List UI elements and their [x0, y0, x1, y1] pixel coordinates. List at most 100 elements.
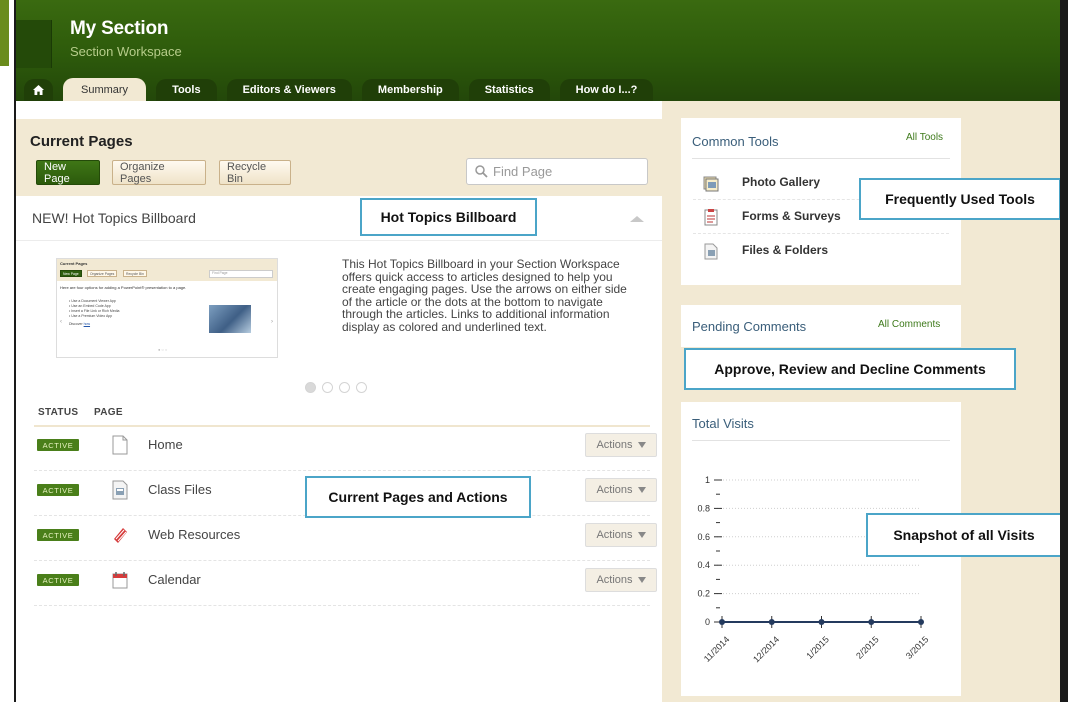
table-row: ACTIVE Web Resources Actions	[34, 517, 657, 561]
chart-xtick-label: 2/2015	[854, 634, 881, 661]
thumb-photo	[209, 305, 251, 333]
chart-point	[818, 619, 825, 625]
recycle-bin-button[interactable]: Recycle Bin	[219, 160, 291, 185]
thumb-discover: Discover how	[69, 322, 90, 326]
all-comments-link[interactable]: All Comments	[878, 319, 940, 330]
actions-label: Actions	[596, 574, 633, 586]
main-panel: Current Pages New Page Organize Pages Re…	[16, 101, 662, 702]
section-logo	[16, 20, 52, 68]
pending-comments-card: Pending Comments All Comments	[681, 305, 961, 347]
billboard-dot[interactable]	[339, 382, 350, 393]
thumb-organize: Organize Pages	[87, 270, 118, 277]
page-name[interactable]: Web Resources	[148, 527, 240, 542]
caret-down-icon	[637, 442, 646, 448]
billboard-bar[interactable]: NEW! Hot Topics Billboard	[16, 196, 662, 241]
tab-tools[interactable]: Tools	[156, 79, 217, 101]
chart-xtick-label: 3/2015	[904, 634, 931, 661]
chart-ytick-label: 1	[705, 475, 710, 485]
tool-name: Forms & Surveys	[742, 209, 841, 223]
chart-point	[768, 619, 775, 625]
actions-dropdown[interactable]: Actions	[585, 478, 657, 502]
chart-xtick-label: 11/2014	[702, 634, 732, 664]
caret-down-icon	[637, 577, 646, 583]
collapse-caret-icon[interactable]	[630, 216, 644, 222]
find-page-input[interactable]: Find Page	[466, 158, 648, 185]
billboard-thumbnail: Current Pages New Page Organize Pages Re…	[56, 258, 278, 358]
tab-membership[interactable]: Membership	[361, 79, 459, 101]
billboard-dot[interactable]	[356, 382, 367, 393]
forms-surveys-icon	[704, 209, 718, 226]
all-tools-link[interactable]: All Tools	[906, 132, 943, 143]
thumb-list: • Use a Document Viewer App • Use an Emb…	[69, 299, 119, 319]
thumb-title: Current Pages	[60, 261, 88, 266]
thumb-intro: Here are four options for adding a Power…	[60, 285, 187, 290]
callout-frequently-used: Frequently Used Tools	[859, 178, 1060, 220]
photo-gallery-icon	[703, 176, 719, 192]
billboard-dot[interactable]	[305, 382, 316, 393]
organize-pages-button[interactable]: Organize Pages	[112, 160, 206, 185]
chart-ytick-label: 0.2	[697, 589, 710, 599]
billboard-dot[interactable]	[322, 382, 333, 393]
tool-name: Photo Gallery	[742, 175, 821, 189]
status-badge: ACTIVE	[37, 529, 79, 541]
thumb-recycle: Recycle Bin	[123, 270, 147, 277]
tab-how-do-i[interactable]: How do I...?	[559, 79, 654, 101]
actions-label: Actions	[596, 484, 633, 496]
calendar-icon	[112, 572, 128, 589]
page-name[interactable]: Calendar	[148, 572, 201, 587]
caret-down-icon	[637, 532, 646, 538]
class-files-icon	[112, 480, 128, 500]
files-folders-icon	[704, 243, 718, 260]
thumb-left-arrow-icon: ‹	[60, 319, 62, 325]
page-icon	[112, 435, 128, 455]
status-column-header: STATUS	[38, 407, 79, 418]
chart-xtick-label: 1/2015	[804, 634, 831, 661]
left-edge	[0, 0, 14, 702]
status-badge: ACTIVE	[37, 574, 79, 586]
tab-editors-viewers[interactable]: Editors & Viewers	[226, 79, 352, 101]
status-badge: ACTIVE	[37, 439, 79, 451]
callout-hot-topics: Hot Topics Billboard	[360, 198, 537, 236]
callout-approve: Approve, Review and Decline Comments	[684, 348, 1016, 390]
actions-dropdown[interactable]: Actions	[585, 523, 657, 547]
thumb-discover-link: how	[83, 322, 91, 326]
chart-point	[918, 619, 924, 625]
pending-comments-title: Pending Comments	[692, 319, 807, 334]
chart-ytick-label: 0.4	[697, 560, 710, 570]
common-tools-title: Common Tools	[692, 134, 779, 149]
thumb-find: Find Page	[209, 270, 273, 278]
card-divider	[692, 158, 950, 159]
thumb-discover-text: Discover	[69, 322, 83, 326]
chart-xtick-label: 12/2014	[751, 634, 781, 664]
actions-dropdown[interactable]: Actions	[585, 568, 657, 592]
chart-ytick-label: 0.8	[697, 503, 710, 513]
page-name[interactable]: Class Files	[148, 482, 212, 497]
table-row: ACTIVE Home Actions	[34, 427, 657, 471]
section-tabs: Summary Tools Editors & Viewers Membersh…	[24, 78, 663, 101]
caret-down-icon	[637, 487, 646, 493]
billboard-description: This Hot Topics Billboard in your Sectio…	[342, 257, 627, 334]
page-name[interactable]: Home	[148, 437, 183, 452]
current-pages-header: Current Pages New Page Organize Pages Re…	[16, 119, 662, 196]
app-inner: My Section Section Workspace Summary Too…	[16, 0, 1060, 702]
left-edge-accent	[0, 0, 9, 66]
chart-point	[719, 619, 725, 625]
find-page-placeholder: Find Page	[493, 164, 553, 179]
section-header: My Section Section Workspace Summary Too…	[16, 0, 1060, 101]
chart-ytick-label: 0.6	[697, 532, 710, 542]
new-page-button[interactable]: New Page	[36, 160, 100, 185]
tab-statistics[interactable]: Statistics	[468, 79, 550, 101]
billboard-title: NEW! Hot Topics Billboard	[32, 210, 196, 226]
thumb-new-page: New Page	[60, 270, 82, 277]
callout-current-pages: Current Pages and Actions	[305, 476, 531, 518]
tool-item[interactable]: Files & Folders	[693, 234, 949, 268]
actions-label: Actions	[596, 439, 633, 451]
thumb-dots: ●○○	[158, 347, 169, 352]
chart-point	[868, 619, 875, 625]
actions-label: Actions	[596, 529, 633, 541]
tab-summary[interactable]: Summary	[63, 78, 147, 101]
actions-dropdown[interactable]: Actions	[585, 433, 657, 457]
tab-home[interactable]	[24, 79, 53, 101]
section-title: My Section	[70, 18, 169, 39]
app-frame: My Section Section Workspace Summary Too…	[14, 0, 1068, 702]
